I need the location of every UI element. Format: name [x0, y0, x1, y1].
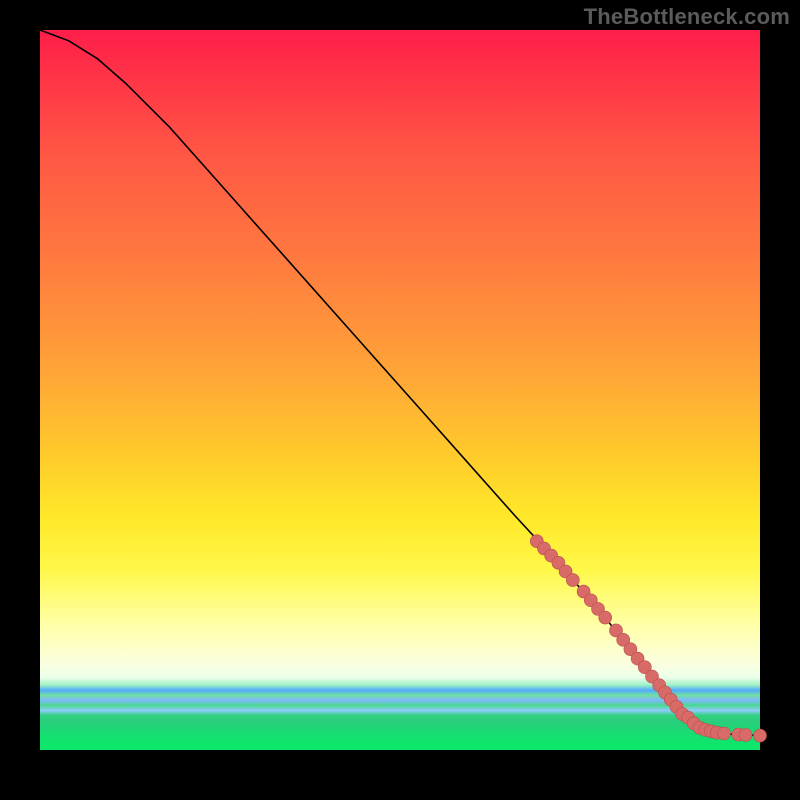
curve-layer: [40, 30, 760, 750]
data-point: [739, 728, 752, 741]
data-point: [718, 727, 731, 740]
data-point: [566, 574, 579, 587]
data-point: [754, 729, 767, 742]
watermark-text: TheBottleneck.com: [584, 4, 790, 30]
chart-container: TheBottleneck.com: [0, 0, 800, 800]
plot-area: [40, 30, 760, 750]
data-point: [599, 611, 612, 624]
bottleneck-curve: [40, 30, 760, 736]
data-points: [530, 535, 766, 742]
